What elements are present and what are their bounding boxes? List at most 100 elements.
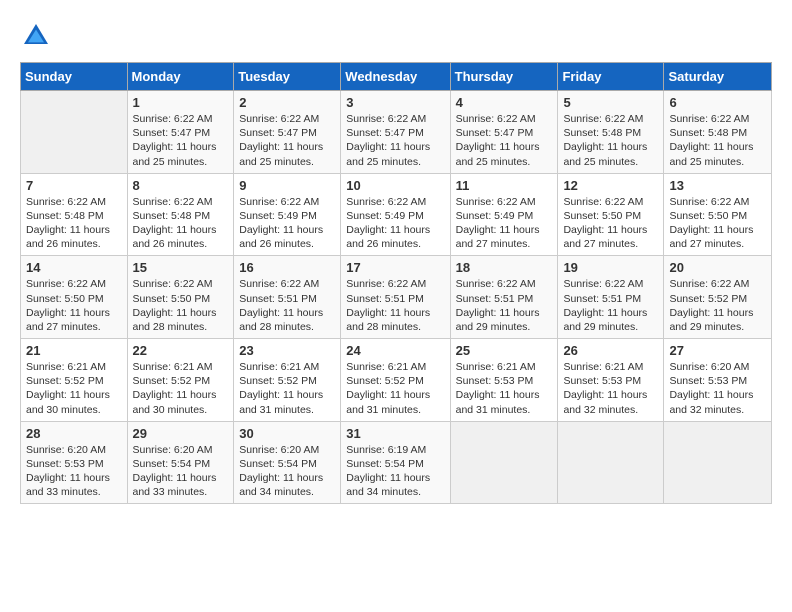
calendar-cell: 17 Sunrise: 6:22 AM Sunset: 5:51 PM Dayli… (341, 256, 450, 339)
day-number: 27 (669, 343, 766, 358)
day-info: Sunrise: 6:21 AM Sunset: 5:52 PM Dayligh… (239, 360, 335, 417)
week-row-2: 7 Sunrise: 6:22 AM Sunset: 5:48 PM Daylig… (21, 173, 772, 256)
day-number: 16 (239, 260, 335, 275)
calendar-cell: 5 Sunrise: 6:22 AM Sunset: 5:48 PM Daylig… (558, 91, 664, 174)
day-info: Sunrise: 6:22 AM Sunset: 5:47 PM Dayligh… (239, 112, 335, 169)
header-cell-saturday: Saturday (664, 63, 772, 91)
day-info: Sunrise: 6:22 AM Sunset: 5:49 PM Dayligh… (346, 195, 444, 252)
week-row-4: 21 Sunrise: 6:21 AM Sunset: 5:52 PM Dayli… (21, 339, 772, 422)
day-number: 13 (669, 178, 766, 193)
day-number: 30 (239, 426, 335, 441)
day-number: 28 (26, 426, 122, 441)
day-number: 1 (133, 95, 229, 110)
day-info: Sunrise: 6:22 AM Sunset: 5:49 PM Dayligh… (456, 195, 553, 252)
calendar-cell: 15Sunrise: 6:22 AM Sunset: 5:50 PM Dayli… (127, 256, 234, 339)
day-number: 25 (456, 343, 553, 358)
calendar-cell: 6Sunrise: 6:22 AM Sunset: 5:48 PM Daylig… (664, 91, 772, 174)
calendar-cell (21, 91, 128, 174)
day-number: 21 (26, 343, 122, 358)
day-info: Sunrise: 6:22 AM Sunset: 5:47 PM Dayligh… (133, 112, 229, 169)
day-number: 31 (346, 426, 444, 441)
day-info: Sunrise: 6:22 AM Sunset: 5:52 PM Dayligh… (669, 277, 766, 334)
calendar-cell: 14 Sunrise: 6:22 AM Sunset: 5:50 PM Dayli… (21, 256, 128, 339)
calendar-cell: 21 Sunrise: 6:21 AM Sunset: 5:52 PM Dayli… (21, 339, 128, 422)
week-row-3: 14 Sunrise: 6:22 AM Sunset: 5:50 PM Dayli… (21, 256, 772, 339)
day-info: Sunrise: 6:19 AM Sunset: 5:54 PM Dayligh… (346, 443, 444, 500)
calendar-cell: 7 Sunrise: 6:22 AM Sunset: 5:48 PM Daylig… (21, 173, 128, 256)
calendar-cell: 20 Sunrise: 6:22 AM Sunset: 5:52 PM Dayli… (664, 256, 772, 339)
calendar-cell: 9 Sunrise: 6:22 AM Sunset: 5:49 PM Daylig… (234, 173, 341, 256)
page-header (20, 20, 772, 52)
day-info: Sunrise: 6:20 AM Sunset: 5:54 PM Dayligh… (133, 443, 229, 500)
header-row: SundayMondayTuesdayWednesdayThursdayFrid… (21, 63, 772, 91)
day-number: 5 (563, 95, 658, 110)
day-info: Sunrise: 6:22 AM Sunset: 5:48 PM Dayligh… (563, 112, 658, 169)
calendar-cell: 13 Sunrise: 6:22 AM Sunset: 5:50 PM Dayli… (664, 173, 772, 256)
day-info: Sunrise: 6:20 AM Sunset: 5:54 PM Dayligh… (239, 443, 335, 500)
header-cell-friday: Friday (558, 63, 664, 91)
calendar-table: SundayMondayTuesdayWednesdayThursdayFrid… (20, 62, 772, 504)
calendar-cell: 30 Sunrise: 6:20 AM Sunset: 5:54 PM Dayli… (234, 421, 341, 504)
day-number: 9 (239, 178, 335, 193)
calendar-header: SundayMondayTuesdayWednesdayThursdayFrid… (21, 63, 772, 91)
calendar-cell: 2 Sunrise: 6:22 AM Sunset: 5:47 PM Daylig… (234, 91, 341, 174)
day-number: 14 (26, 260, 122, 275)
day-number: 18 (456, 260, 553, 275)
day-number: 10 (346, 178, 444, 193)
calendar-cell: 11Sunrise: 6:22 AM Sunset: 5:49 PM Dayli… (450, 173, 558, 256)
day-number: 20 (669, 260, 766, 275)
day-number: 2 (239, 95, 335, 110)
week-row-1: 1 Sunrise: 6:22 AM Sunset: 5:47 PM Daylig… (21, 91, 772, 174)
header-cell-wednesday: Wednesday (341, 63, 450, 91)
logo-icon (20, 20, 52, 52)
calendar-cell (664, 421, 772, 504)
calendar-cell (558, 421, 664, 504)
day-number: 6 (669, 95, 766, 110)
day-number: 8 (133, 178, 229, 193)
calendar-cell: 12 Sunrise: 6:22 AM Sunset: 5:50 PM Dayli… (558, 173, 664, 256)
day-info: Sunrise: 6:22 AM Sunset: 5:51 PM Dayligh… (456, 277, 553, 334)
logo (20, 20, 56, 52)
day-info: Sunrise: 6:22 AM Sunset: 5:48 PM Dayligh… (26, 195, 122, 252)
header-cell-monday: Monday (127, 63, 234, 91)
day-number: 29 (133, 426, 229, 441)
calendar-cell: 27 Sunrise: 6:20 AM Sunset: 5:53 PM Dayli… (664, 339, 772, 422)
day-info: Sunrise: 6:22 AM Sunset: 5:49 PM Dayligh… (239, 195, 335, 252)
day-number: 7 (26, 178, 122, 193)
day-number: 12 (563, 178, 658, 193)
day-info: Sunrise: 6:22 AM Sunset: 5:50 PM Dayligh… (563, 195, 658, 252)
calendar-cell: 1 Sunrise: 6:22 AM Sunset: 5:47 PM Daylig… (127, 91, 234, 174)
day-info: Sunrise: 6:22 AM Sunset: 5:50 PM Dayligh… (26, 277, 122, 334)
calendar-cell: 25Sunrise: 6:21 AM Sunset: 5:53 PM Dayli… (450, 339, 558, 422)
calendar-cell: 29 Sunrise: 6:20 AM Sunset: 5:54 PM Dayli… (127, 421, 234, 504)
day-info: Sunrise: 6:21 AM Sunset: 5:53 PM Dayligh… (563, 360, 658, 417)
week-row-5: 28 Sunrise: 6:20 AM Sunset: 5:53 PM Dayli… (21, 421, 772, 504)
calendar-cell (450, 421, 558, 504)
day-info: Sunrise: 6:22 AM Sunset: 5:51 PM Dayligh… (563, 277, 658, 334)
day-info: Sunrise: 6:22 AM Sunset: 5:51 PM Dayligh… (346, 277, 444, 334)
day-info: Sunrise: 6:22 AM Sunset: 5:50 PM Dayligh… (669, 195, 766, 252)
calendar-cell: 3Sunrise: 6:22 AM Sunset: 5:47 PM Daylig… (341, 91, 450, 174)
header-cell-tuesday: Tuesday (234, 63, 341, 91)
day-info: Sunrise: 6:20 AM Sunset: 5:53 PM Dayligh… (26, 443, 122, 500)
calendar-cell: 19Sunrise: 6:22 AM Sunset: 5:51 PM Dayli… (558, 256, 664, 339)
day-info: Sunrise: 6:22 AM Sunset: 5:47 PM Dayligh… (346, 112, 444, 169)
day-info: Sunrise: 6:20 AM Sunset: 5:53 PM Dayligh… (669, 360, 766, 417)
day-info: Sunrise: 6:22 AM Sunset: 5:50 PM Dayligh… (133, 277, 229, 334)
day-info: Sunrise: 6:22 AM Sunset: 5:47 PM Dayligh… (456, 112, 553, 169)
calendar-cell: 23 Sunrise: 6:21 AM Sunset: 5:52 PM Dayli… (234, 339, 341, 422)
day-info: Sunrise: 6:21 AM Sunset: 5:52 PM Dayligh… (26, 360, 122, 417)
header-cell-thursday: Thursday (450, 63, 558, 91)
calendar-cell: 16Sunrise: 6:22 AM Sunset: 5:51 PM Dayli… (234, 256, 341, 339)
header-cell-sunday: Sunday (21, 63, 128, 91)
day-info: Sunrise: 6:22 AM Sunset: 5:48 PM Dayligh… (133, 195, 229, 252)
day-number: 24 (346, 343, 444, 358)
calendar-cell: 10 Sunrise: 6:22 AM Sunset: 5:49 PM Dayli… (341, 173, 450, 256)
calendar-cell: 28 Sunrise: 6:20 AM Sunset: 5:53 PM Dayli… (21, 421, 128, 504)
calendar-cell: 26 Sunrise: 6:21 AM Sunset: 5:53 PM Dayli… (558, 339, 664, 422)
day-number: 26 (563, 343, 658, 358)
day-number: 17 (346, 260, 444, 275)
calendar-cell: 8 Sunrise: 6:22 AM Sunset: 5:48 PM Daylig… (127, 173, 234, 256)
calendar-body: 1 Sunrise: 6:22 AM Sunset: 5:47 PM Daylig… (21, 91, 772, 504)
day-number: 23 (239, 343, 335, 358)
